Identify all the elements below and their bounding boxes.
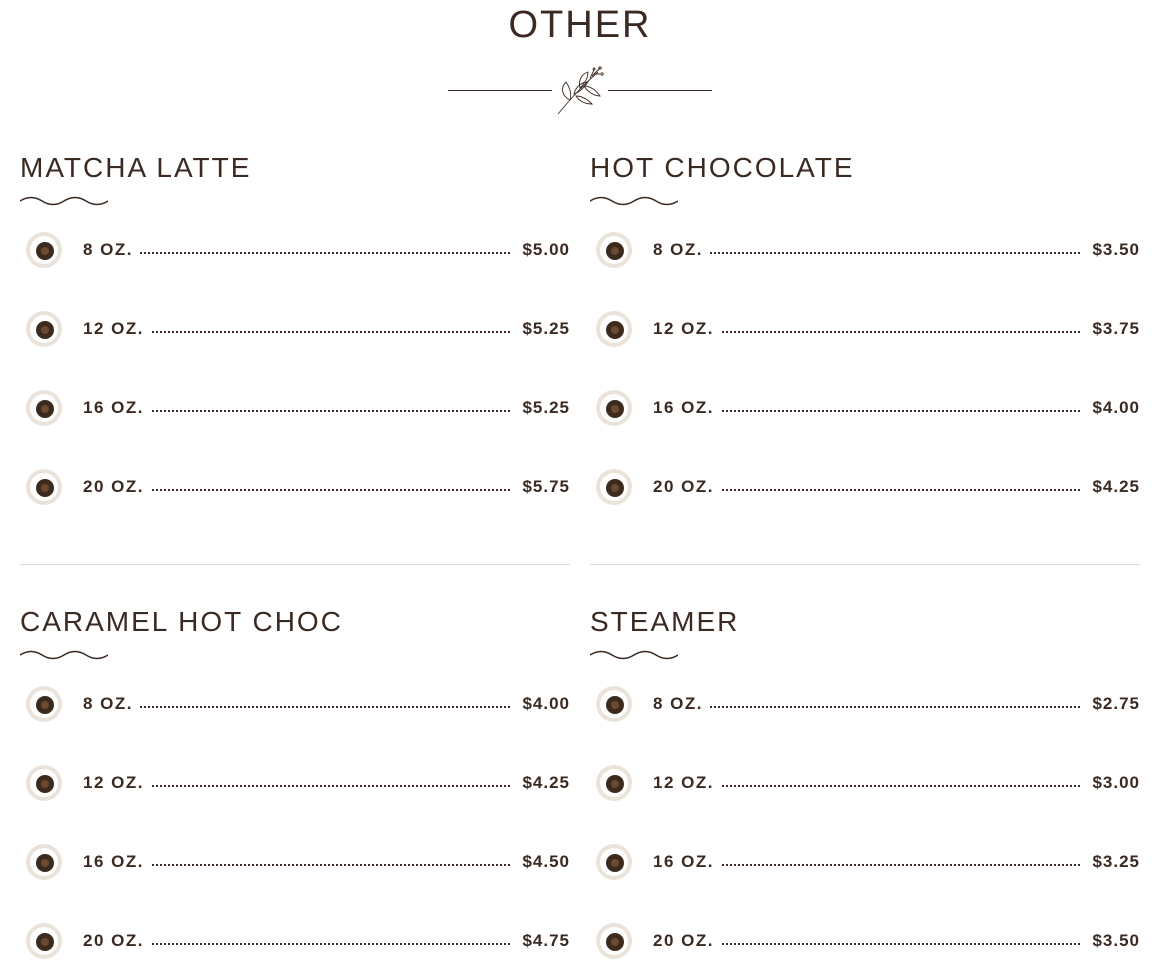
item-size: 20 OZ. bbox=[653, 477, 720, 497]
wave-underline-icon bbox=[590, 650, 678, 660]
item-size: 16 OZ. bbox=[653, 852, 720, 872]
section-separator bbox=[20, 564, 570, 565]
coffee-cup-icon bbox=[596, 232, 632, 268]
item-size: 8 OZ. bbox=[83, 240, 140, 260]
item-price: $4.50 bbox=[516, 852, 570, 872]
item-price: $3.75 bbox=[1086, 319, 1140, 339]
menu-item-row: 20 OZ. $4.75 bbox=[20, 921, 570, 961]
item-size: 8 OZ. bbox=[83, 694, 140, 714]
page-title: OTHER bbox=[508, 4, 652, 46]
coffee-cup-icon bbox=[26, 469, 62, 505]
menu-item-row: 8 OZ. $5.00 bbox=[20, 230, 570, 270]
section-title: STEAMER bbox=[590, 606, 740, 637]
item-price: $4.75 bbox=[516, 931, 570, 951]
item-size: 16 OZ. bbox=[653, 398, 720, 418]
wave-underline-icon bbox=[590, 196, 678, 206]
item-price: $5.25 bbox=[516, 398, 570, 418]
section-title: MATCHA LATTE bbox=[20, 152, 252, 183]
menu-item-row: 16 OZ. $3.25 bbox=[590, 842, 1140, 882]
coffee-cup-icon bbox=[26, 923, 62, 959]
item-price: $3.50 bbox=[1086, 931, 1140, 951]
item-size: 8 OZ. bbox=[653, 694, 710, 714]
coffee-cup-icon bbox=[596, 923, 632, 959]
dot-leader bbox=[83, 252, 510, 254]
item-size: 12 OZ. bbox=[653, 773, 720, 793]
menu-item-row: 12 OZ. $5.25 bbox=[20, 309, 570, 349]
item-price: $4.00 bbox=[516, 694, 570, 714]
dot-leader bbox=[653, 706, 1080, 708]
dot-leader bbox=[653, 252, 1080, 254]
wave-underline-icon bbox=[20, 650, 108, 660]
coffee-cup-icon bbox=[596, 765, 632, 801]
item-price: $4.25 bbox=[516, 773, 570, 793]
menu-item-row: 16 OZ. $4.00 bbox=[590, 388, 1140, 428]
coffee-cup-icon bbox=[26, 844, 62, 880]
coffee-cup-icon bbox=[26, 311, 62, 347]
item-size: 20 OZ. bbox=[653, 931, 720, 951]
item-price: $5.75 bbox=[516, 477, 570, 497]
divider-line-left bbox=[448, 90, 552, 91]
item-size: 20 OZ. bbox=[83, 477, 150, 497]
section-separator bbox=[590, 564, 1140, 565]
item-size: 20 OZ. bbox=[83, 931, 150, 951]
coffee-cup-icon bbox=[596, 469, 632, 505]
menu-item-row: 12 OZ. $4.25 bbox=[20, 763, 570, 803]
coffee-cup-icon bbox=[26, 686, 62, 722]
item-price: $5.25 bbox=[516, 319, 570, 339]
item-price: $3.00 bbox=[1086, 773, 1140, 793]
menu-item-row: 12 OZ. $3.00 bbox=[590, 763, 1140, 803]
menu-item-row: 16 OZ. $5.25 bbox=[20, 388, 570, 428]
wave-underline-icon bbox=[20, 196, 108, 206]
item-size: 16 OZ. bbox=[83, 852, 150, 872]
section-title: CARAMEL HOT CHOC bbox=[20, 606, 343, 637]
title-divider bbox=[448, 62, 712, 118]
coffee-cup-icon bbox=[596, 390, 632, 426]
menu-item-row: 16 OZ. $4.50 bbox=[20, 842, 570, 882]
coffee-cup-icon bbox=[596, 844, 632, 880]
item-price: $3.25 bbox=[1086, 852, 1140, 872]
item-price: $4.00 bbox=[1086, 398, 1140, 418]
item-size: 12 OZ. bbox=[83, 773, 150, 793]
menu-item-row: 20 OZ. $3.50 bbox=[590, 921, 1140, 961]
menu-item-row: 20 OZ. $5.75 bbox=[20, 467, 570, 507]
item-size: 12 OZ. bbox=[83, 319, 150, 339]
item-price: $2.75 bbox=[1086, 694, 1140, 714]
dot-leader bbox=[83, 706, 510, 708]
menu-item-row: 20 OZ. $4.25 bbox=[590, 467, 1140, 507]
item-size: 16 OZ. bbox=[83, 398, 150, 418]
menu-item-row: 12 OZ. $3.75 bbox=[590, 309, 1140, 349]
menu-item-row: 8 OZ. $4.00 bbox=[20, 684, 570, 724]
coffee-cup-icon bbox=[596, 311, 632, 347]
item-size: 12 OZ. bbox=[653, 319, 720, 339]
divider-line-right bbox=[608, 90, 712, 91]
item-price: $3.50 bbox=[1086, 240, 1140, 260]
coffee-cup-icon bbox=[596, 686, 632, 722]
item-price: $4.25 bbox=[1086, 477, 1140, 497]
coffee-cup-icon bbox=[26, 390, 62, 426]
menu-item-row: 8 OZ. $3.50 bbox=[590, 230, 1140, 270]
item-price: $5.00 bbox=[516, 240, 570, 260]
coffee-cup-icon bbox=[26, 232, 62, 268]
menu-item-row: 8 OZ. $2.75 bbox=[590, 684, 1140, 724]
item-size: 8 OZ. bbox=[653, 240, 710, 260]
leaf-sprig-icon bbox=[557, 66, 604, 115]
section-title: HOT CHOCOLATE bbox=[590, 152, 855, 183]
coffee-cup-icon bbox=[26, 765, 62, 801]
